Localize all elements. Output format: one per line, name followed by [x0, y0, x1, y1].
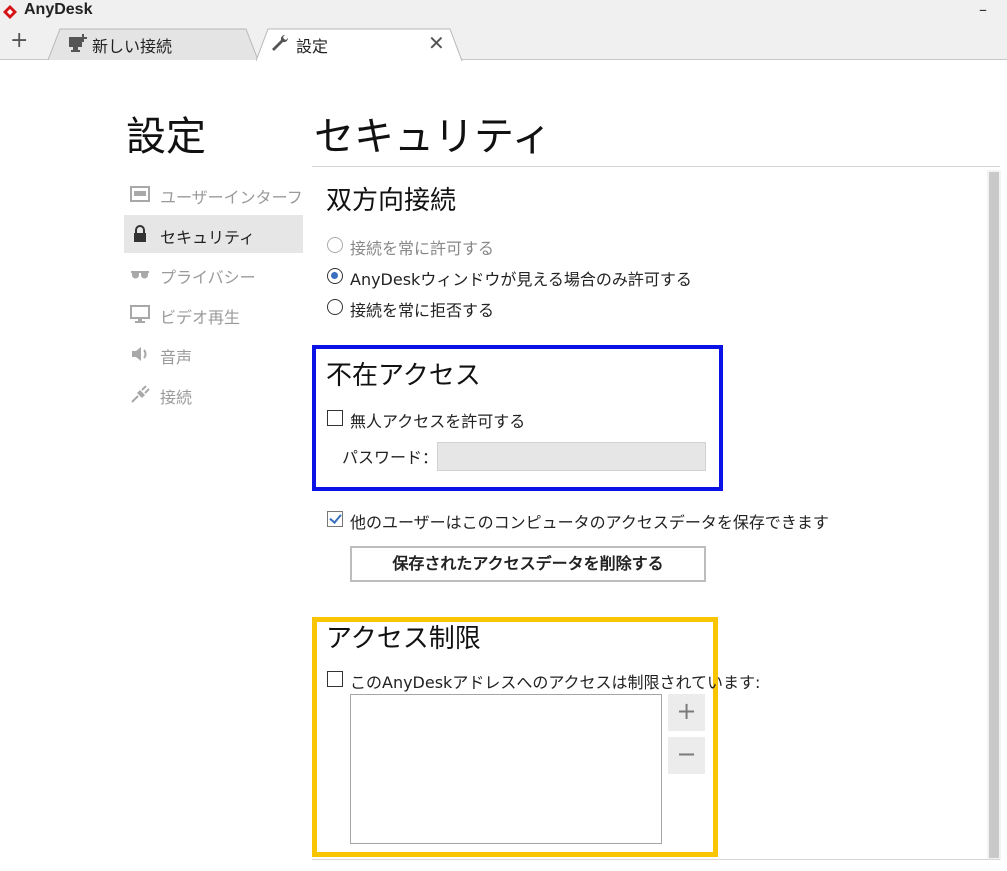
radio-allow-when-visible-label: AnyDeskウィンドウが見える場合のみ許可する	[350, 270, 692, 289]
sidebar-item-user-interface[interactable]: ユーザーインターフェ...	[124, 175, 303, 213]
interactive-access-title: 双方向接続	[326, 186, 457, 216]
add-entry-button[interactable]: +	[668, 694, 705, 731]
password-field[interactable]	[437, 442, 706, 471]
add-tab-button[interactable]: +	[10, 28, 28, 53]
tab-label: 設定	[296, 37, 329, 56]
radio-always-allow[interactable]	[327, 237, 343, 253]
allow-unattended-checkbox[interactable]	[327, 410, 343, 426]
settings-sidebar: ユーザーインターフェ... セキュリティ プライバシー ビデオ再生 音声	[124, 175, 303, 415]
sidebar-item-video[interactable]: ビデオ再生	[124, 295, 303, 333]
page-title: セキュリティ	[314, 114, 552, 160]
sidebar-item-label: セキュリティ	[160, 228, 256, 247]
radio-always-deny-label: 接続を常に拒否する	[350, 301, 495, 320]
heading-divider	[312, 166, 1000, 167]
new-connection-icon	[69, 34, 87, 52]
unattended-access-title: 不在アクセス	[326, 361, 481, 391]
close-tab-icon[interactable]: ✕	[428, 31, 445, 55]
tab-settings[interactable]: 設定 ✕	[256, 28, 466, 61]
restrict-access-checkbox[interactable]	[327, 671, 343, 687]
glasses-icon	[131, 271, 149, 279]
whitelist-listbox[interactable]	[350, 694, 662, 844]
wrench-icon	[272, 34, 289, 51]
monitor-icon	[130, 305, 150, 323]
lock-icon	[134, 225, 146, 242]
anydesk-logo-icon	[3, 5, 17, 19]
sidebar-item-label: 接続	[160, 388, 193, 407]
remove-entry-button[interactable]: −	[668, 737, 705, 774]
sidebar-item-label: プライバシー	[160, 268, 256, 287]
minimize-button[interactable]: –	[979, 0, 987, 19]
allow-unattended-label: 無人アクセスを許可する	[350, 412, 526, 431]
tab-label: 新しい接続	[92, 37, 173, 56]
app-title: AnyDesk	[24, 1, 93, 18]
speaker-icon	[132, 347, 147, 361]
radio-always-allow-label: 接続を常に許可する	[350, 239, 495, 258]
sidebar-item-connection[interactable]: 接続	[124, 375, 303, 413]
save-access-data-checkbox[interactable]	[327, 511, 343, 527]
access-control-title: アクセス制限	[326, 624, 481, 654]
sidebar-item-audio[interactable]: 音声	[124, 335, 303, 373]
plug-icon	[131, 385, 150, 403]
radio-always-deny[interactable]	[327, 299, 343, 315]
restrict-access-label: このAnyDeskアドレスへのアクセスは制限されています:	[350, 673, 761, 692]
radio-allow-when-visible[interactable]	[327, 268, 343, 284]
sidebar-item-security[interactable]: セキュリティ	[124, 215, 303, 253]
sidebar-item-label: 音声	[160, 348, 193, 367]
title-bar: AnyDesk –	[0, 0, 1007, 24]
settings-title: 設定	[126, 114, 206, 160]
sidebar-item-label: ユーザーインターフェ...	[160, 188, 303, 207]
save-access-data-label: 他のユーザーはこのコンピュータのアクセスデータを保存できます	[350, 513, 829, 532]
tab-strip: + 新しい接続 設定 ✕	[0, 24, 1007, 61]
scrollbar-thumb[interactable]	[989, 172, 999, 858]
window-icon	[130, 186, 150, 202]
tab-new-connection[interactable]: 新しい接続	[48, 28, 260, 60]
bottom-divider	[312, 859, 1000, 860]
delete-access-data-button[interactable]: 保存されたアクセスデータを削除する	[350, 546, 706, 582]
sidebar-item-label: ビデオ再生	[160, 308, 241, 327]
password-label: パスワード：	[342, 448, 439, 467]
sidebar-item-privacy[interactable]: プライバシー	[124, 255, 303, 293]
